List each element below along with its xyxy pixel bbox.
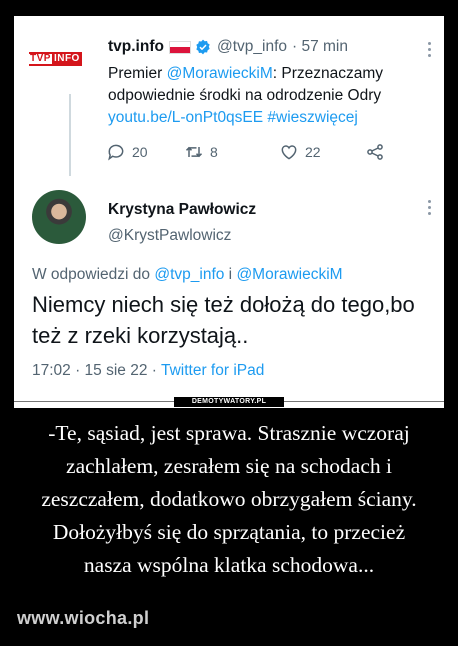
logo-tvp: TVP — [29, 52, 52, 66]
reply-text: Niemcy niech się też dołożą do tego,bo t… — [32, 292, 415, 348]
caption: -Te, sąsiad, jest sprawa. Strasznie wczo… — [41, 421, 417, 577]
reply-datetime[interactable]: 17:02 · 15 sie 22 · — [32, 362, 161, 379]
tvp-info-logo[interactable]: TVP INFO — [29, 52, 82, 66]
more-options-icon[interactable] — [428, 42, 432, 60]
tweet-text-lead: Premier — [108, 65, 167, 82]
reply-mention-morawiecki[interactable]: @MorawieckiM — [236, 266, 342, 283]
screenshot-frame: TVP INFO tvp.info @tvp_info · 57 min Pre… — [14, 16, 444, 408]
thread-line — [69, 94, 71, 176]
reply-author-handle[interactable]: @KrystPawlowicz — [108, 227, 231, 245]
tweet-original[interactable]: TVP INFO tvp.info @tvp_info · 57 min Pre… — [14, 16, 444, 176]
site-watermark: www.wiocha.pl — [17, 608, 150, 628]
retweet-button[interactable]: 8 — [184, 142, 279, 162]
like-count: 22 — [305, 144, 321, 160]
tweet-actions: 20 8 22 — [106, 142, 406, 162]
verified-badge-icon — [196, 39, 210, 55]
reply-icon — [108, 144, 124, 161]
replying-to: W odpowiedzi do @tvp_info i @MorawieckiM — [32, 266, 343, 284]
retweet-count: 8 — [210, 144, 218, 160]
reply-author-name[interactable]: Krystyna Pawłowicz — [108, 201, 256, 219]
more-options-icon[interactable] — [428, 200, 432, 218]
hashtag-link[interactable]: #wieszwięcej — [267, 109, 357, 126]
logo-info: INFO — [51, 52, 82, 66]
share-icon — [367, 144, 383, 160]
replying-to-prefix: W odpowiedzi do — [32, 266, 155, 283]
client-link[interactable]: Twitter for iPad — [161, 362, 264, 379]
tweet-header: tvp.info @tvp_info · 57 min — [108, 38, 348, 56]
poland-flag-icon — [168, 40, 191, 54]
heart-icon — [281, 145, 297, 160]
avatar[interactable] — [32, 190, 86, 244]
reply-button[interactable]: 20 — [106, 142, 184, 162]
like-button[interactable]: 22 — [279, 142, 365, 162]
tweet-time[interactable]: · 57 min — [292, 38, 348, 56]
demotywatory-watermark: DEMOTYWATORY.PL — [174, 397, 284, 407]
author-name[interactable]: tvp.info — [108, 38, 164, 56]
reply-count: 20 — [132, 144, 148, 160]
reply-meta: 17:02 · 15 sie 22 · Twitter for iPad — [32, 362, 264, 380]
mention-link[interactable]: @MorawieckiM — [167, 65, 273, 82]
share-button[interactable] — [365, 142, 385, 162]
retweet-icon — [185, 146, 203, 158]
tweet-text: Premier @MorawieckiM: Przeznaczamy odpow… — [108, 63, 433, 129]
author-handle[interactable]: @tvp_info — [217, 38, 287, 56]
replying-to-and: i — [224, 266, 237, 283]
reply-mention-tvp[interactable]: @tvp_info — [154, 266, 224, 283]
youtube-link[interactable]: youtu.be/L-onPt0qsEE — [108, 109, 263, 126]
